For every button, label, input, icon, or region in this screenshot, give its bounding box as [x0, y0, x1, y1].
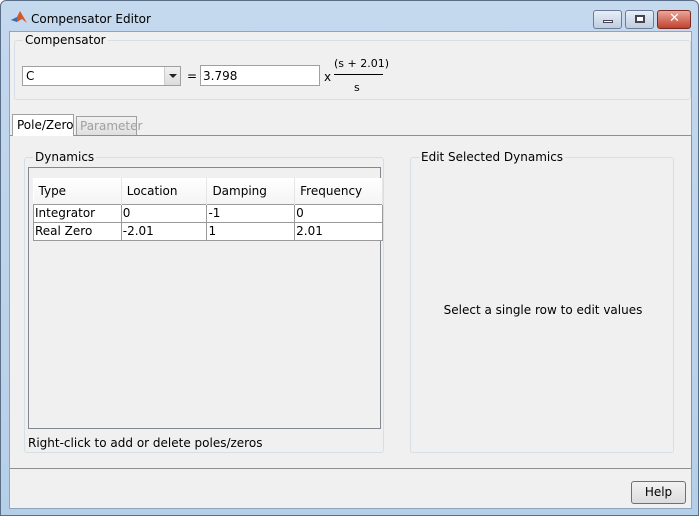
fraction-bar: [334, 74, 383, 75]
column-header[interactable]: Damping: [206, 178, 296, 204]
edit-dynamics-group-label: Edit Selected Dynamics: [419, 150, 566, 164]
compensator-select[interactable]: C: [22, 66, 181, 86]
edit-message: Select a single row to edit values: [443, 303, 643, 317]
minimize-icon: [603, 20, 613, 23]
table-cell[interactable]: 0: [294, 203, 383, 223]
dynamics-hint: Right-click to add or delete poles/zeros: [28, 436, 263, 450]
table-header: Type Location Damping Frequency: [33, 178, 383, 204]
numerator: (s + 2.01): [334, 57, 390, 70]
table-cell[interactable]: Real Zero: [33, 221, 122, 241]
help-button[interactable]: Help: [631, 481, 686, 504]
table-cell[interactable]: -2.01: [120, 221, 208, 241]
denominator: s: [354, 81, 360, 94]
chevron-down-icon: [164, 67, 180, 85]
compensator-select-value: C: [26, 69, 35, 83]
column-header[interactable]: Type: [33, 178, 122, 204]
times-sign: x: [324, 70, 332, 84]
table-row[interactable]: Real Zero -2.01 1 2.01: [33, 221, 383, 241]
column-header[interactable]: Location: [121, 178, 208, 204]
close-icon: ✕: [669, 11, 680, 26]
table-row[interactable]: Integrator 0 -1 0: [33, 203, 383, 223]
table-cell[interactable]: -1: [206, 203, 296, 223]
tab-pole-zero[interactable]: Pole/Zero: [12, 114, 74, 136]
client-area: Compensator C = 3.798 x (s + 2.01) s Par…: [9, 31, 692, 509]
compensator-group-label: Compensator: [23, 33, 108, 47]
maximize-button[interactable]: [625, 10, 654, 29]
column-header[interactable]: Frequency: [294, 178, 383, 204]
window-title: Compensator Editor: [31, 12, 151, 26]
gain-input[interactable]: 3.798: [200, 65, 320, 86]
table-cell[interactable]: Integrator: [33, 203, 122, 223]
dynamics-table[interactable]: Type Location Damping Frequency Integrat…: [28, 167, 383, 429]
window: Compensator Editor ✕ Compensator C = 3.7…: [0, 0, 699, 516]
compensator-group: Compensator C = 3.798 x (s + 2.01) s: [14, 33, 691, 100]
maximize-icon: [635, 15, 645, 23]
table-cell[interactable]: 1: [206, 221, 296, 241]
tab-parameter[interactable]: Parameter: [76, 116, 142, 136]
close-button[interactable]: ✕: [657, 10, 691, 29]
matlab-logo-icon: [11, 11, 27, 23]
dynamics-group: Dynamics Type Location Damping Frequency…: [24, 150, 384, 453]
tab-panel: Dynamics Type Location Damping Frequency…: [10, 135, 692, 469]
table-cell[interactable]: 0: [120, 203, 208, 223]
minimize-button[interactable]: [593, 10, 622, 29]
edit-dynamics-group: Edit Selected Dynamics Select a single r…: [410, 150, 674, 453]
dynamics-group-label: Dynamics: [33, 150, 97, 164]
table-cell[interactable]: 2.01: [294, 221, 383, 241]
equals-sign: =: [187, 69, 198, 83]
